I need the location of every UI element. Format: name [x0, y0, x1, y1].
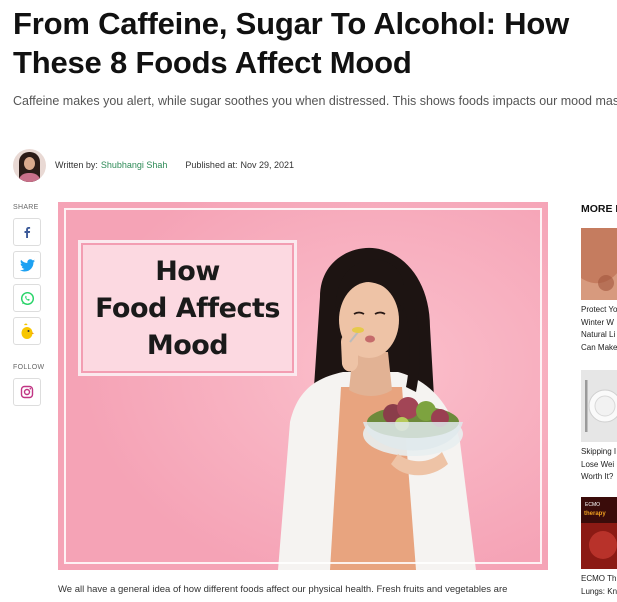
article-headline: From Caffeine, Sugar To Alcohol: How The…	[13, 4, 613, 82]
sidebar-item-2-line-1: Skipping I	[581, 447, 617, 456]
published-label: Published at:	[185, 160, 238, 170]
article-subhead: Caffeine makes you alert, while sugar so…	[13, 94, 617, 108]
twitter-icon	[19, 258, 35, 271]
sidebar-item-1-line-4: Can Make	[581, 342, 617, 352]
author-link[interactable]: Shubhangi Shah	[101, 160, 168, 170]
instagram-follow-button[interactable]	[13, 378, 41, 406]
byline: Written by: Shubhangi Shah Published at:…	[13, 147, 294, 183]
koo-share-button[interactable]	[13, 317, 41, 345]
sidebar-thumb-2-image	[581, 370, 617, 442]
written-by-label: Written by:	[55, 160, 98, 170]
whatsapp-share-button[interactable]	[13, 284, 41, 312]
hero-title-card: How Food Affects Mood	[78, 240, 297, 376]
sidebar-item-1-line-1: Protect Yo	[581, 305, 617, 314]
sidebar-item-2-text[interactable]: Skipping I Lose Wei Worth It?	[581, 446, 617, 484]
sidebar-item-2-line-2: Lose Wei	[581, 459, 615, 469]
instagram-icon	[20, 385, 34, 399]
ecmo-text: ECMO	[585, 502, 600, 508]
published-date: Nov 29, 2021	[240, 160, 295, 170]
koo-icon	[21, 323, 35, 339]
sidebar-item-1-line-2: Winter W	[581, 317, 614, 327]
follow-label: FOLLOW	[13, 364, 45, 371]
hero-card-line-3: Mood	[146, 329, 229, 361]
sidebar-thumb-3[interactable]: ECMO therapy	[581, 497, 617, 569]
hero-card-line-2: Food Affects	[95, 292, 280, 324]
twitter-share-button[interactable]	[13, 251, 41, 279]
sidebar-thumb-1-image	[581, 228, 617, 300]
headline-line-2: These 8 Foods Affect Mood	[13, 45, 412, 80]
hero-image: How Food Affects Mood	[58, 202, 548, 570]
facebook-icon	[24, 227, 31, 238]
hero-card-line-1: How	[155, 255, 220, 287]
sidebar-thumb-2[interactable]	[581, 370, 617, 442]
therapy-text: therapy	[584, 511, 606, 517]
sidebar-thumb-1[interactable]	[581, 228, 617, 300]
sidebar-item-3-line-2: Lungs: Kn	[581, 586, 617, 596]
sidebar-thumb-3-image: ECMO therapy	[581, 497, 617, 569]
sidebar-item-2-line-3: Worth It?	[581, 472, 614, 481]
sidebar-item-3-line-1: ECMO Th	[581, 574, 617, 583]
sidebar-item-1-line-3: Natural Li	[581, 330, 616, 339]
author-avatar[interactable]	[13, 148, 46, 182]
facebook-share-button[interactable]	[13, 218, 41, 246]
share-label: SHARE	[13, 204, 39, 211]
sidebar-item-1-text[interactable]: Protect Yo Winter W Natural Li Can Make	[581, 304, 617, 354]
headline-line-1: From Caffeine, Sugar To Alcohol: How	[13, 6, 569, 41]
article-body-first-line: We all have a general idea of how differ…	[58, 584, 508, 595]
whatsapp-icon	[20, 291, 34, 305]
sidebar-item-3-text[interactable]: ECMO Th Lungs: Kn	[581, 573, 617, 598]
more-in-label: MORE I	[581, 203, 617, 215]
